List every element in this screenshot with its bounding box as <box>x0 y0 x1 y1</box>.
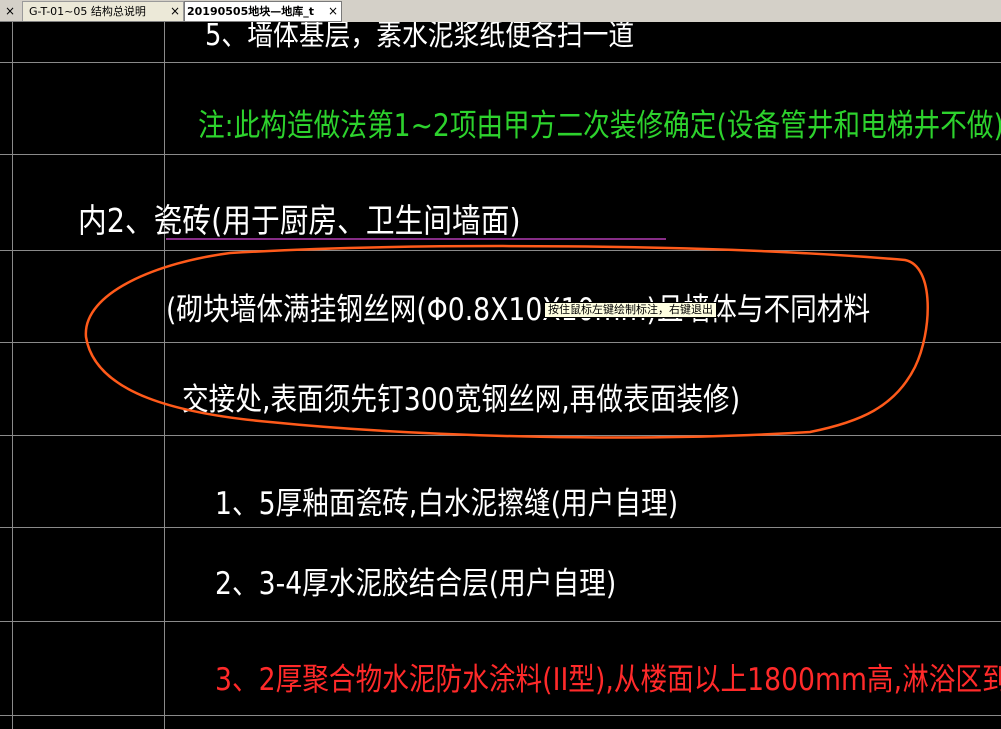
tab-label: G-T-01~05 结构总说明 <box>29 5 146 18</box>
document-tab-bar: × G-T-01~05 结构总说明 × 20190505地块—地库_t × <box>0 0 1001 22</box>
markup-overlay <box>84 238 929 439</box>
tab-label: 20190505地块—地库_t <box>187 5 314 18</box>
tab-basement-drawing[interactable]: 20190505地块—地库_t × <box>184 1 342 21</box>
cad-drawing-canvas[interactable]: 5、墙体基层，素水泥浆纸便各扫一道 注:此构造做法第1~2项由甲方二次装修确定(… <box>0 22 1001 729</box>
tab-bar-empty-area <box>342 0 1001 22</box>
close-icon[interactable]: × <box>328 2 338 21</box>
close-icon[interactable]: × <box>170 2 180 21</box>
tab-structure-notes[interactable]: G-T-01~05 结构总说明 × <box>22 1 184 21</box>
orange-markup-circle <box>84 244 929 439</box>
close-icon[interactable]: × <box>2 3 18 19</box>
cursor-tooltip: 按住鼠标左键绘制标注，右键退出 <box>544 302 717 318</box>
